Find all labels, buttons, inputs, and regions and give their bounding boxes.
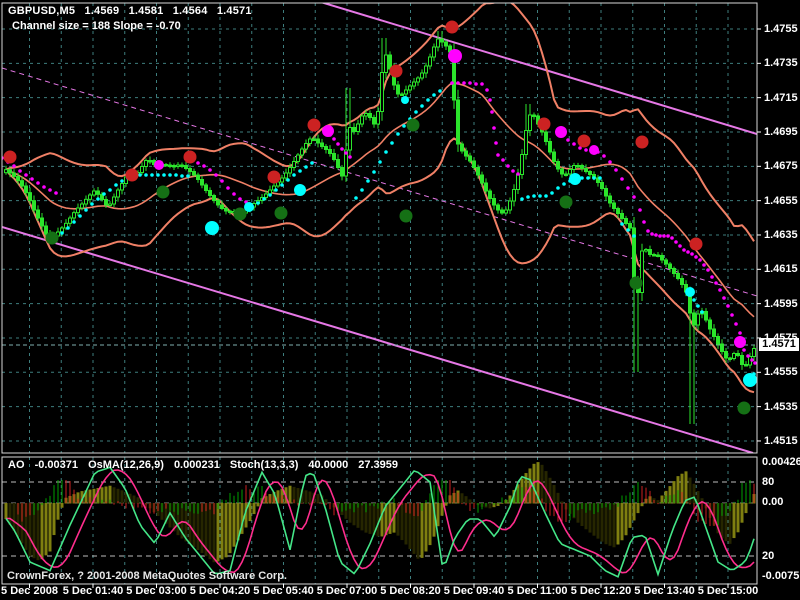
indicator-axis-label: 80 xyxy=(762,476,775,488)
osma-label: OsMA(12,26,9) xyxy=(88,459,164,471)
low-value: 1.4564 xyxy=(172,5,208,17)
price-axis-label: 1.4675 xyxy=(764,160,798,173)
stoch-signal-value: 27.3959 xyxy=(358,459,399,471)
time-axis-label: 5 Dec 04:20 xyxy=(189,585,251,597)
ao-value: -0.00371 xyxy=(34,459,78,471)
time-axis-label: 5 Dec 09:40 xyxy=(443,585,505,597)
indicator-axis-label: 20 xyxy=(762,550,775,562)
time-axis-label: 5 Dec 08:20 xyxy=(380,585,441,597)
price-axis-label: 1.4755 xyxy=(764,23,798,35)
time-axis-label: 5 Dec 01:40 xyxy=(62,585,124,597)
chart-header: GBPUSD,M5 1.4569 1.4581 1.4564 1.4571 xyxy=(8,5,258,18)
open-value: 1.4569 xyxy=(84,5,120,17)
price-axis-label: 1.4555 xyxy=(764,366,798,379)
osma-value: 0.000231 xyxy=(173,459,220,471)
stoch-label: Stoch(13,3,3) xyxy=(229,459,299,471)
indicator-axis-label: 0.00 xyxy=(762,496,784,508)
price-axis-label: 1.4655 xyxy=(764,194,798,207)
price-axis-label: 1.4615 xyxy=(764,263,798,276)
indicator-axis-label: 0.00426 xyxy=(762,456,800,468)
time-axis-label: 5 Dec 07:00 xyxy=(316,585,378,597)
symbol-period-label: GBPUSD,M5 xyxy=(8,5,76,17)
price-axis-label: 1.4515 xyxy=(764,434,798,447)
indicator-axis-label: -0.0075 xyxy=(762,570,800,582)
time-axis-label: 5 Dec 03:00 xyxy=(126,585,187,597)
time-axis-label: 5 Dec 11:00 xyxy=(507,585,568,597)
price-axis-label: 1.4715 xyxy=(764,91,798,104)
price-axis-label: 1.4695 xyxy=(764,125,798,138)
copyright-label: CrownForex, ? 2001-2008 MetaQuotes Softw… xyxy=(7,570,287,582)
current-price-label: 1.4571 xyxy=(759,338,799,351)
price-axis-label: 1.4735 xyxy=(764,57,798,70)
stoch-main-value: 40.0000 xyxy=(308,459,349,471)
price-axis-label: 1.4635 xyxy=(764,228,798,241)
channel-info-label: Channel size = 188 Slope = -0.70 xyxy=(12,20,181,32)
ao-label: AO xyxy=(8,459,25,471)
time-axis-label: 5 Dec 2008 xyxy=(1,585,58,597)
time-axis-label: 5 Dec 13:40 xyxy=(634,585,695,597)
close-value: 1.4571 xyxy=(216,5,252,17)
time-axis-label: 5 Dec 12:20 xyxy=(570,585,632,597)
time-axis-label: 5 Dec 15:00 xyxy=(697,585,759,597)
price-axis-label: 1.4595 xyxy=(764,297,798,310)
indicator-header: AO -0.00371 OsMA(12,26,9) 0.000231 Stoch… xyxy=(8,459,405,472)
high-value: 1.4581 xyxy=(128,5,164,17)
time-axis-label: 5 Dec 05:40 xyxy=(253,585,314,597)
mt4-chart-window: GBPUSD,M5 1.4569 1.4581 1.4564 1.4571 Ch… xyxy=(0,0,800,600)
chart-canvas[interactable] xyxy=(0,0,800,600)
price-axis-label: 1.4535 xyxy=(764,400,798,413)
